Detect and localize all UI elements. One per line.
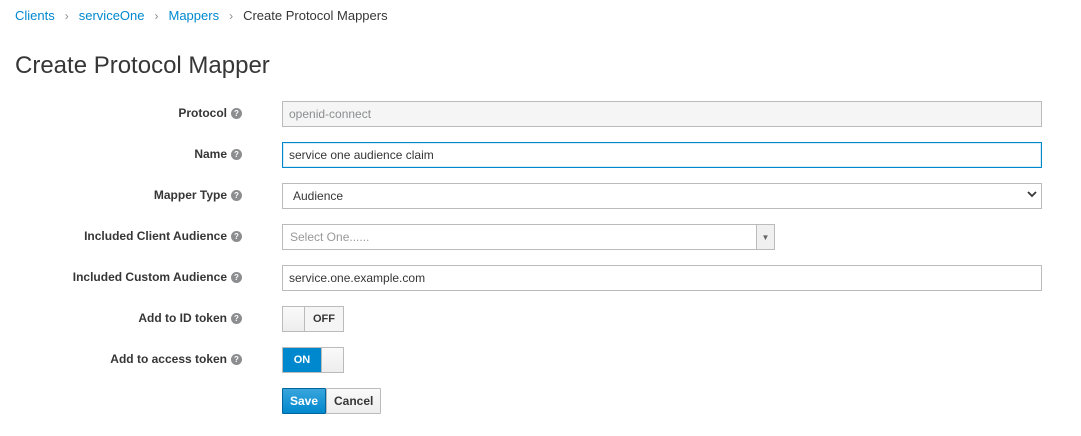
- mapper-type-select[interactable]: Audience: [282, 183, 1042, 209]
- name-label: Name ?: [194, 147, 242, 161]
- name-row: Name ? service one audience claim: [0, 142, 1081, 168]
- protocol-row: Protocol ? openid-connect: [0, 101, 1081, 127]
- custom-audience-row: Included Custom Audience ? service.one.e…: [0, 265, 1081, 291]
- custom-audience-input[interactable]: service.one.example.com: [282, 265, 1042, 291]
- help-icon[interactable]: ?: [231, 271, 242, 283]
- access-token-label: Add to access token ?: [110, 352, 242, 366]
- custom-audience-label: Included Custom Audience ?: [73, 270, 242, 284]
- page-title: Create Protocol Mapper: [15, 52, 270, 79]
- cancel-button[interactable]: Cancel: [326, 388, 382, 414]
- help-icon[interactable]: ?: [231, 230, 242, 242]
- help-icon[interactable]: ?: [231, 107, 242, 119]
- mapper-type-label: Mapper Type ?: [154, 188, 242, 202]
- breadcrumb-mappers[interactable]: Mappers: [169, 8, 220, 23]
- access-token-row: Add to access token ? ON: [0, 347, 1081, 373]
- protocol-label: Protocol ?: [178, 106, 242, 120]
- chevron-down-icon: [1027, 184, 1037, 208]
- toggle-knob: [283, 307, 305, 331]
- help-icon[interactable]: ?: [231, 353, 242, 365]
- client-audience-select[interactable]: Select One...... ▼: [282, 224, 775, 250]
- caret-down-icon: ▼: [756, 225, 774, 249]
- help-icon[interactable]: ?: [231, 189, 242, 201]
- help-icon[interactable]: ?: [231, 148, 242, 160]
- id-token-label: Add to ID token ?: [138, 311, 242, 325]
- client-audience-label: Included Client Audience ?: [84, 229, 242, 243]
- id-token-toggle[interactable]: OFF: [282, 306, 344, 332]
- save-button[interactable]: Save: [282, 388, 327, 414]
- breadcrumb-separator: ›: [154, 8, 159, 23]
- client-audience-row: Included Client Audience ? Select One...…: [0, 224, 1081, 250]
- name-input[interactable]: service one audience claim: [282, 142, 1042, 168]
- breadcrumb-client[interactable]: serviceOne: [79, 8, 145, 23]
- breadcrumb: Clients › serviceOne › Mappers › Create …: [15, 8, 388, 23]
- mapper-type-row: Mapper Type ? Audience: [0, 183, 1081, 209]
- breadcrumb-current: Create Protocol Mappers: [243, 8, 388, 23]
- breadcrumb-separator: ›: [64, 8, 69, 23]
- breadcrumb-separator: ›: [229, 8, 234, 23]
- toggle-knob: [321, 348, 343, 372]
- id-token-row: Add to ID token ? OFF: [0, 306, 1081, 332]
- access-token-toggle[interactable]: ON: [282, 347, 344, 373]
- form-actions: Save Cancel: [0, 388, 1081, 414]
- help-icon[interactable]: ?: [231, 312, 242, 324]
- protocol-field: openid-connect: [282, 101, 1042, 127]
- breadcrumb-clients[interactable]: Clients: [15, 8, 55, 23]
